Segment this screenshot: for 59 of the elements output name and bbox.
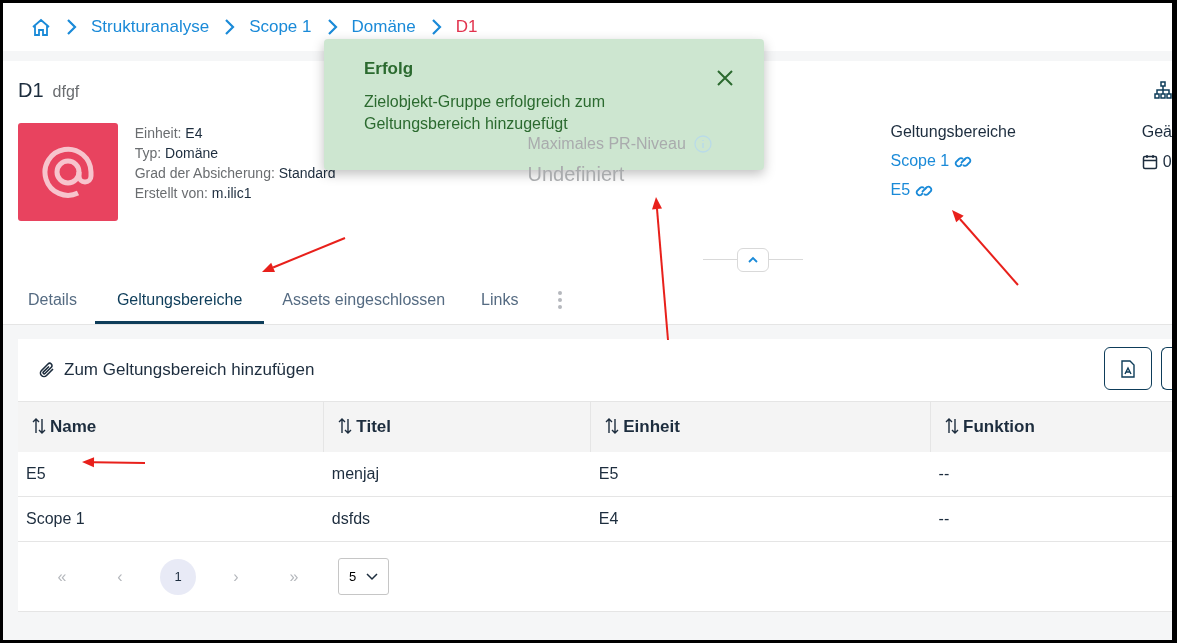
- scope-link[interactable]: E5: [890, 181, 911, 199]
- field-label: Maximales PR-Niveau: [527, 135, 686, 153]
- meta-field: Erstellt von: m.ilic1: [134, 185, 252, 201]
- chevron-right-icon: [429, 18, 442, 36]
- field-value: Undefiniert: [527, 163, 626, 186]
- hierarchy-icon: [1154, 81, 1172, 99]
- breadcrumb-link[interactable]: Domäne: [351, 17, 416, 37]
- breadcrumb-link[interactable]: Strukturanalyse: [91, 17, 210, 37]
- chevron-down-icon: [366, 572, 379, 581]
- meta-field: Grad der Absicherung: Standard: [134, 165, 336, 181]
- info-icon: [693, 135, 712, 153]
- more-icon: [558, 291, 563, 309]
- scope-link[interactable]: Scope 1: [890, 152, 950, 170]
- meta-field: Typ: Domäne: [134, 145, 218, 161]
- sort-icon: [32, 416, 46, 435]
- pdf-file-icon: [1121, 359, 1135, 378]
- chevron-right-icon: [65, 18, 77, 36]
- field-label: Geä: [1141, 123, 1172, 141]
- breadcrumb-link[interactable]: D1: [455, 17, 478, 37]
- sort-icon: [945, 416, 960, 435]
- page-size-dropdown[interactable]: 5: [338, 558, 390, 595]
- toast-message: Zielobjekt-Gruppe erfolgreich zum Geltungsbereich hinzugefügt: [364, 92, 606, 134]
- pdf-export-button[interactable]: [1104, 347, 1152, 390]
- table-cell: E4: [590, 496, 931, 542]
- home-icon: [31, 17, 51, 37]
- paperclip-icon: [38, 361, 56, 379]
- calendar-icon: [1141, 154, 1158, 170]
- add-to-scope-button[interactable]: Zum Geltungsbereich hinzufügen: [38, 360, 315, 380]
- table-cell: --: [930, 451, 1172, 497]
- object-subtitle: dfgf: [52, 83, 80, 101]
- tab[interactable]: Links: [463, 275, 537, 324]
- breadcrumb-link[interactable]: Scope 1: [249, 17, 312, 37]
- column-header[interactable]: Einheit: [590, 401, 931, 452]
- sort-icon: [338, 416, 353, 435]
- caret-up-icon: [747, 256, 759, 264]
- field-label: Geltungsbereiche: [890, 123, 1017, 141]
- object-title: D1: [18, 79, 44, 102]
- column-header[interactable]: Name: [18, 401, 324, 452]
- page-button[interactable]: 1: [160, 558, 196, 595]
- toast-title: Erfolg: [364, 59, 415, 79]
- table-cell: --: [930, 496, 1172, 542]
- table-cell: E5: [590, 451, 931, 497]
- field-value: 0: [1162, 153, 1172, 171]
- tab[interactable]: Details: [10, 275, 95, 324]
- chevron-right-icon: [325, 18, 338, 36]
- meta-field: Einheit: E4: [134, 125, 203, 141]
- tab[interactable]: Assets eingeschlossen: [264, 275, 464, 324]
- table-cell: Scope 1: [18, 496, 324, 542]
- chevron-right-icon: [223, 18, 236, 36]
- table-cell: menjaj: [323, 451, 591, 497]
- close-icon: [716, 69, 734, 87]
- sort-icon: [605, 416, 620, 435]
- column-header[interactable]: Funktion: [930, 401, 1172, 452]
- close-button[interactable]: [716, 69, 734, 87]
- tab[interactable]: Geltungsbereiche: [94, 275, 265, 324]
- table-cell: dsfds: [323, 496, 591, 542]
- collapse-button[interactable]: [737, 248, 769, 272]
- column-header[interactable]: Titel: [323, 401, 591, 452]
- annotation-arrow: [82, 457, 146, 468]
